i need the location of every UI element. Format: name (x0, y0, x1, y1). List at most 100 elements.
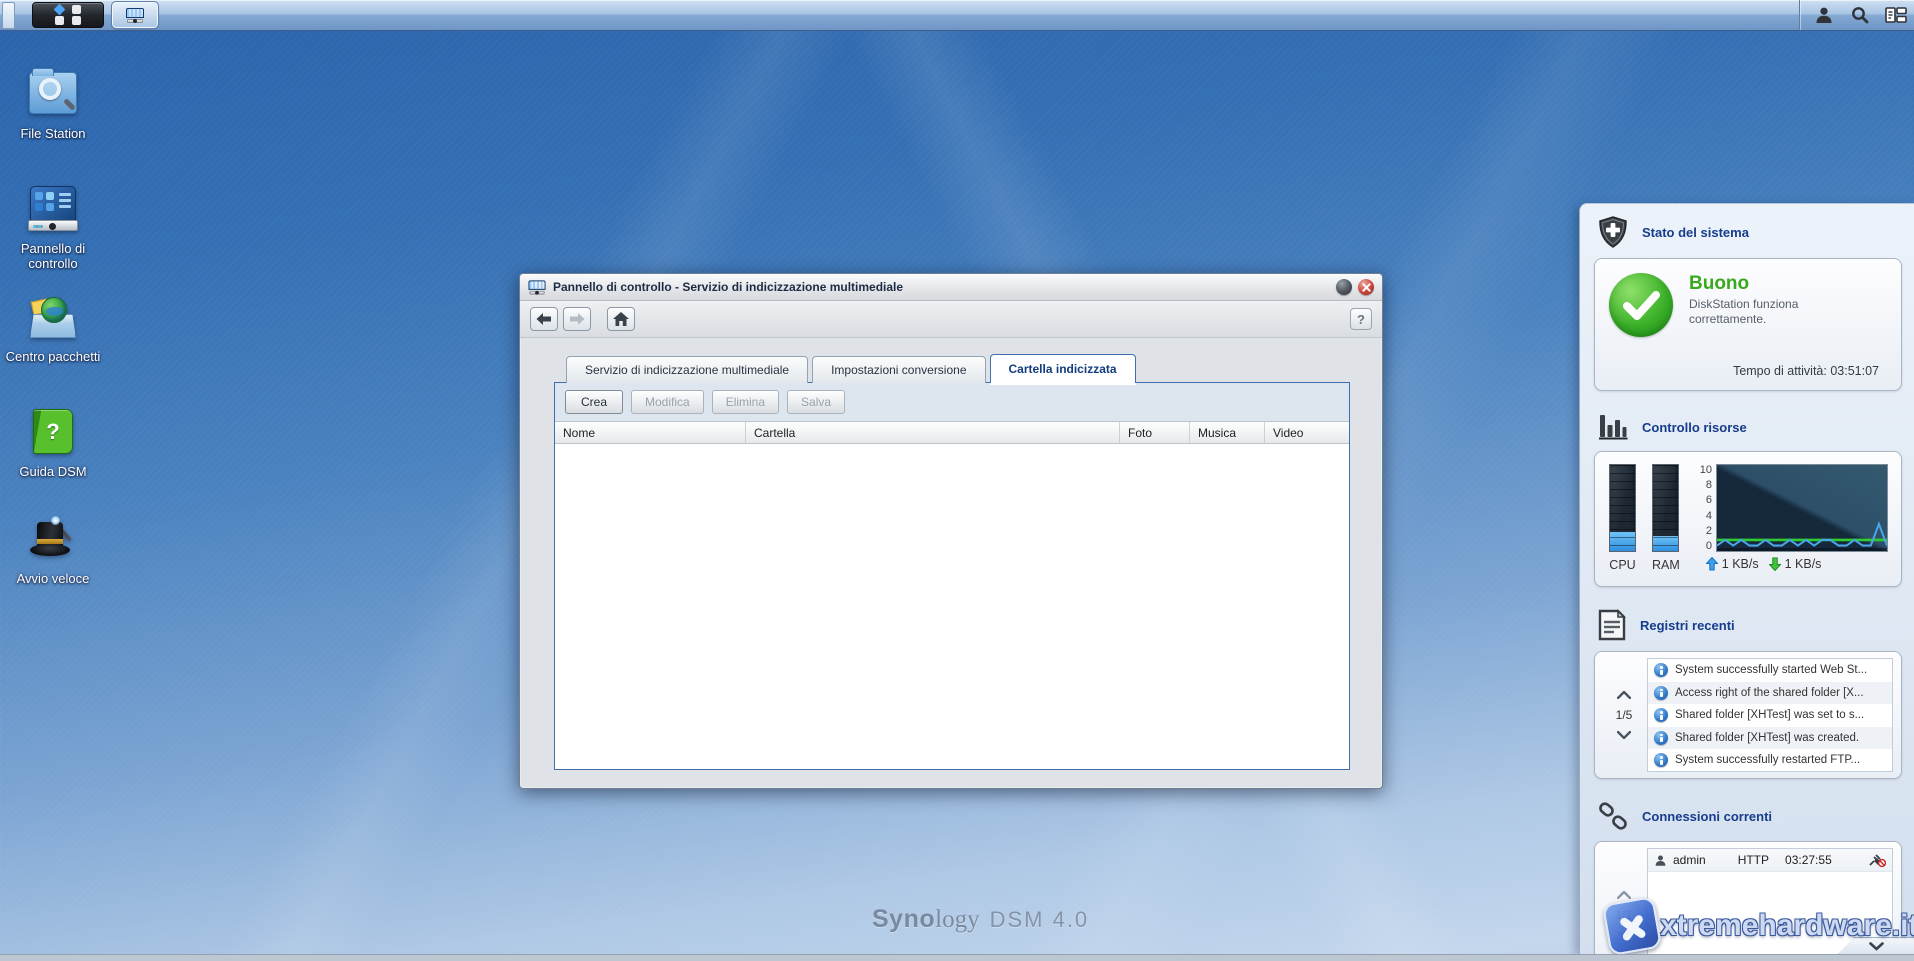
bar-chart-icon (1599, 415, 1628, 440)
back-arrow-icon (536, 313, 551, 325)
log-entry[interactable]: Shared folder [XHTest] was created. (1648, 726, 1892, 749)
forward-arrow-icon (570, 313, 585, 325)
close-button[interactable] (1358, 279, 1374, 295)
connection-protocol: HTTP (1737, 853, 1770, 867)
widget-title: Registri recenti (1640, 617, 1735, 633)
screen-bottom-edge (0, 954, 1914, 961)
user-icon (1655, 855, 1666, 866)
desktop-icon-quick-start[interactable]: Avvio veloce (0, 513, 106, 586)
show-desktop-button[interactable] (2, 1, 15, 29)
page-up-icon[interactable] (1617, 891, 1631, 899)
status-value: Buono (1689, 273, 1750, 294)
resource-monitor-card: CPU RAM 10 8 64 20 1 KB/s 1 KB/s (1594, 451, 1902, 587)
connections-page-indicator: 1/1 (1615, 908, 1633, 922)
save-button[interactable]: Salva (787, 390, 846, 414)
package-center-icon (27, 291, 79, 343)
ram-label: RAM (1652, 558, 1680, 572)
download-rate: 1 KB/s (1784, 557, 1822, 571)
home-button[interactable] (607, 307, 635, 331)
log-entry[interactable]: Shared folder [XHTest] was set to s... (1648, 704, 1892, 727)
log-entry[interactable]: Access right of the shared folder [X... (1648, 681, 1892, 704)
column-header-name[interactable]: Nome (555, 422, 746, 443)
control-panel-icon (126, 7, 144, 23)
column-header-folder[interactable]: Cartella (746, 422, 1120, 443)
create-button[interactable]: Crea (565, 390, 623, 414)
log-entry[interactable]: System successfully restarted FTP... (1648, 749, 1892, 771)
main-menu-button[interactable] (32, 2, 104, 28)
dsm-help-icon: ? (27, 406, 79, 458)
desktop-icon-dsm-help[interactable]: ? Guida DSM (0, 406, 106, 479)
main-menu-icon (53, 3, 81, 25)
quick-start-icon (27, 513, 79, 565)
delete-button[interactable]: Elimina (711, 390, 780, 414)
cpu-label: CPU (1609, 558, 1636, 572)
upload-arrow-icon (1705, 557, 1718, 571)
info-icon (1654, 753, 1668, 768)
system-status-header: Stato del sistema (1580, 204, 1914, 254)
search-icon (1852, 7, 1869, 24)
desktop-icon-control-panel[interactable]: Pannello di controllo (0, 183, 106, 271)
window-toolbar: ? (520, 301, 1382, 338)
download-arrow-icon (1768, 557, 1781, 571)
edit-button[interactable]: Modifica (631, 390, 704, 414)
column-header-music[interactable]: Musica (1190, 422, 1265, 443)
network-chart-yaxis: 10 8 64 20 (1699, 464, 1713, 552)
column-header-photo[interactable]: Foto (1120, 422, 1190, 443)
pilot-view-button[interactable] (1878, 0, 1914, 30)
network-legend: 1 KB/s 1 KB/s (1705, 557, 1888, 571)
control-panel-icon (27, 183, 79, 235)
logs-pager: 1/5 (1601, 658, 1647, 772)
window-titlebar[interactable]: Pannello di controllo - Servizio di indi… (520, 274, 1382, 301)
window-title: Pannello di controllo - Servizio di indi… (553, 280, 904, 294)
taskbar (0, 0, 1914, 31)
control-panel-window: Pannello di controllo - Servizio di indi… (519, 273, 1383, 789)
dsm-brand-watermark: Synology DSM 4.0 (872, 905, 1090, 933)
search-button[interactable] (1842, 0, 1878, 30)
window-footer (554, 770, 1350, 792)
status-description: DiskStation funziona correttamente. (1689, 297, 1799, 326)
brand-text: Syno (872, 905, 936, 933)
status-ok-icon (1609, 273, 1673, 337)
connection-user: admin (1673, 853, 1706, 867)
log-document-icon (1598, 609, 1626, 641)
chevron-down-icon (1869, 941, 1884, 951)
ram-meter (1652, 464, 1680, 552)
shield-icon (1599, 216, 1627, 248)
desktop-icon-package-center[interactable]: Centro pacchetti (0, 291, 106, 364)
desktop-icon-file-station[interactable]: File Station (0, 68, 106, 141)
forward-button[interactable] (563, 307, 591, 331)
recent-logs-card: 1/5 System successfully started Web St..… (1594, 651, 1902, 779)
log-entry[interactable]: System successfully started Web St... (1648, 659, 1892, 682)
user-menu-button[interactable] (1806, 0, 1842, 30)
table-body-empty[interactable] (555, 444, 1349, 769)
tab-conversion-settings[interactable]: Impostazioni conversione (812, 356, 986, 383)
upload-rate: 1 KB/s (1721, 557, 1759, 571)
help-button[interactable]: ? (1350, 308, 1372, 330)
connections-pager: 1/1 (1601, 848, 1647, 961)
column-header-video[interactable]: Video (1265, 422, 1349, 443)
widget-title: Connessioni correnti (1642, 808, 1773, 824)
logs-page-indicator: 1/5 (1615, 708, 1633, 722)
connections-header: Connessioni correnti (1580, 789, 1914, 837)
page-up-icon[interactable] (1617, 691, 1631, 699)
widget-panel: Stato del sistema Buono DiskStation funz… (1579, 203, 1914, 961)
taskbar-item-control-panel[interactable] (111, 1, 159, 29)
info-icon (1654, 685, 1668, 700)
connection-row[interactable]: admin HTTP 03:27:55 (1648, 849, 1892, 872)
minimize-button[interactable] (1336, 279, 1352, 295)
widget-title: Stato del sistema (1642, 224, 1749, 240)
back-button[interactable] (530, 307, 558, 331)
info-icon (1654, 708, 1668, 723)
taskbar-divider (1799, 0, 1800, 30)
table-header: Nome Cartella Foto Musica Video (555, 421, 1349, 444)
tab-indexed-folder[interactable]: Cartella indicizzata (989, 354, 1136, 383)
user-icon (1816, 7, 1832, 23)
disconnect-icon[interactable] (1868, 853, 1887, 868)
page-down-icon[interactable] (1617, 731, 1631, 739)
logs-list: System successfully started Web St... Ac… (1647, 658, 1893, 772)
window-icon (528, 279, 546, 295)
tab-media-indexing-service[interactable]: Servizio di indicizzazione multimediale (566, 356, 809, 383)
info-icon (1654, 730, 1668, 745)
page-down-icon[interactable] (1617, 931, 1631, 939)
cpu-meter (1609, 464, 1636, 552)
